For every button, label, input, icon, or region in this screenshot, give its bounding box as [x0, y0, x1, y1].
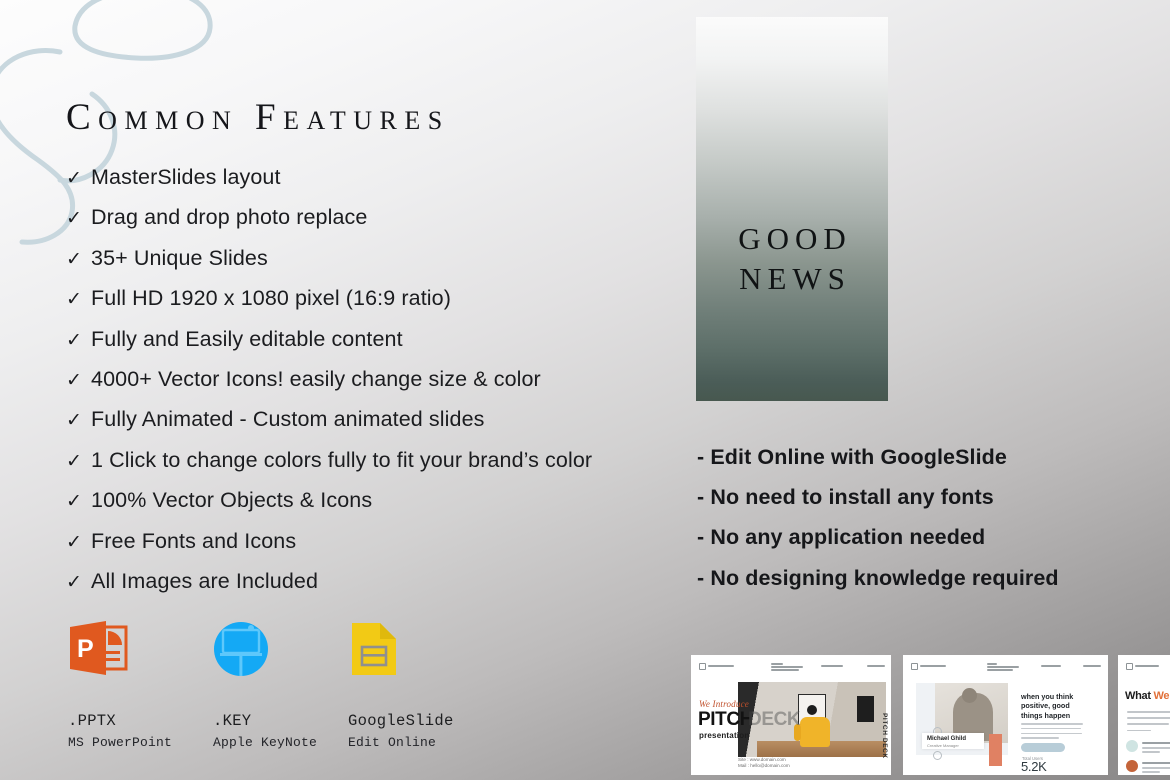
format-sub-label: Apple KeyNote	[213, 735, 318, 750]
slide-thumbnail-profile[interactable]: Michael Ghild Creative Manager when you …	[903, 655, 1108, 775]
features-section: Common Features ✓ MasterSlides layout ✓ …	[66, 96, 666, 602]
thumbnail-vertical-label: PITCH DECK	[881, 713, 888, 759]
list-item: ✓ Fully and Easily editable content	[66, 320, 666, 360]
feature-label: Fully and Easily editable content	[91, 326, 403, 351]
good-news-panel: GOOD NEWS	[696, 17, 888, 401]
slide-canvas: Common Features ✓ MasterSlides layout ✓ …	[0, 0, 1170, 780]
format-pptx: P .PPTX MS PowerPoint	[68, 620, 172, 750]
format-ext-label: .KEY	[213, 712, 252, 730]
good-news-title: GOOD NEWS	[732, 219, 852, 299]
check-icon: ✓	[66, 410, 83, 432]
format-badges: P .PPTX MS PowerPoint .KEY Apple KeyNote	[68, 620, 498, 760]
slide-thumbnail-pitch-deck[interactable]: We Introduce PITCH DECK presentation PIT…	[691, 655, 891, 775]
format-googleslide: GoogleSlide Edit Online	[348, 620, 454, 750]
feature-label: Full HD 1920 x 1080 pixel (16:9 ratio)	[91, 286, 451, 311]
format-sub-label: Edit Online	[348, 735, 437, 750]
feature-list: ✓ MasterSlides layout ✓ Drag and drop ph…	[66, 158, 666, 602]
check-icon: ✓	[66, 531, 83, 553]
feature-label: 1 Click to change colors fully to fit yo…	[91, 447, 593, 472]
feature-label: All Images are Included	[91, 569, 319, 594]
thumbnail-accent-bar	[989, 734, 1002, 766]
thumbnail-title: What We Offer?	[1125, 690, 1170, 702]
thumbnail-contact: Site : www.domain.com Mail : hello@domai…	[738, 757, 790, 769]
list-item: ✓ Fully Animated - Custom animated slide…	[66, 400, 666, 440]
thumbnail-title-black: What	[1125, 690, 1154, 702]
check-icon: ✓	[66, 208, 83, 230]
good-news-line2: NEWS	[739, 261, 851, 296]
feature-label: Drag and drop photo replace	[91, 205, 368, 230]
check-icon: ✓	[66, 329, 83, 351]
feature-label: 100% Vector Objects & Icons	[91, 488, 373, 513]
thumbnail-feature-card	[1126, 739, 1170, 754]
thumbnail-name-card: Michael Ghild Creative Manager	[922, 733, 984, 749]
list-item: ✓ MasterSlides layout	[66, 158, 666, 198]
list-item: ✓ 100% Vector Objects & Icons	[66, 481, 666, 521]
check-icon: ✓	[66, 450, 83, 472]
thumbnail-topbar	[699, 663, 885, 672]
contact-line-2: Mail : hello@domain.com	[738, 763, 790, 768]
feature-label: Free Fonts and Icons	[91, 528, 297, 553]
powerpoint-icon: P	[68, 620, 172, 678]
thumbnail-cta-button[interactable]	[1021, 743, 1065, 752]
thumbnail-title-dark: PITCH	[698, 709, 754, 730]
good-news-line1: GOOD	[738, 221, 852, 256]
slide-thumbnail-what-we-offer[interactable]: What We Offer?	[1118, 655, 1170, 775]
thumbnail-person-name: Michael Ghild	[927, 736, 967, 742]
list-item: ✓ Full HD 1920 x 1080 pixel (16:9 ratio)	[66, 279, 666, 319]
thumbnail-topbar	[911, 663, 1101, 672]
feature-label: 35+ Unique Slides	[91, 245, 268, 270]
format-ext-label: GoogleSlide	[348, 712, 454, 730]
thumbnail-feature-card	[1126, 759, 1170, 774]
thumbnail-subtitle: presentation	[699, 731, 750, 740]
list-item: ✓ 4000+ Vector Icons! easily change size…	[66, 360, 666, 400]
feature-label: Fully Animated - Custom animated slides	[91, 407, 485, 432]
check-icon: ✓	[66, 370, 83, 392]
list-item: ✓ All Images are Included	[66, 562, 666, 602]
check-icon: ✓	[66, 168, 83, 189]
thumbnail-title-accent: We Offer	[1153, 690, 1170, 702]
check-icon: ✓	[66, 289, 83, 311]
list-item: ✓ 1 Click to change colors fully to fit …	[66, 441, 666, 481]
list-item: - No need to install any fonts	[697, 485, 994, 510]
format-key: .KEY Apple KeyNote	[213, 620, 317, 750]
thumbnail-person-role: Creative Manager	[927, 743, 959, 748]
thumbnail-bullet-lines	[1127, 711, 1170, 736]
feature-label: MasterSlides layout	[91, 165, 281, 189]
format-ext-label: .PPTX	[68, 712, 117, 730]
format-sub-label: MS PowerPoint	[68, 735, 173, 750]
thumbnail-topbar	[1126, 663, 1170, 670]
benefits-list: - Edit Online with GoogleSlide - No need…	[697, 437, 1147, 598]
check-icon: ✓	[66, 572, 83, 594]
check-icon: ✓	[66, 491, 83, 513]
googleslides-icon	[348, 620, 454, 678]
keynote-icon	[213, 620, 317, 678]
list-item: - No designing knowledge required	[697, 565, 1059, 590]
thumbnail-headline: when you think positive, good things hap…	[1021, 692, 1074, 720]
thumbnail-script-label: We Introduce	[699, 699, 749, 709]
page-title: Common Features	[66, 97, 450, 138]
thumbnail-title-light: DECK	[748, 709, 801, 730]
feature-label: 4000+ Vector Icons! easily change size &…	[91, 367, 541, 392]
list-item: - No any application needed	[697, 525, 986, 550]
thumbnail-stat-value: 5.2K	[1021, 759, 1047, 774]
check-icon: ✓	[66, 248, 83, 270]
list-item: - Edit Online with GoogleSlide	[697, 445, 1007, 469]
list-item: ✓ 35+ Unique Slides	[66, 239, 666, 279]
svg-text:P: P	[77, 635, 94, 663]
thumbnail-body-lines	[1021, 723, 1083, 742]
list-item: ✓ Drag and drop photo replace	[66, 198, 666, 238]
list-item: ✓ Free Fonts and Icons	[66, 522, 666, 562]
